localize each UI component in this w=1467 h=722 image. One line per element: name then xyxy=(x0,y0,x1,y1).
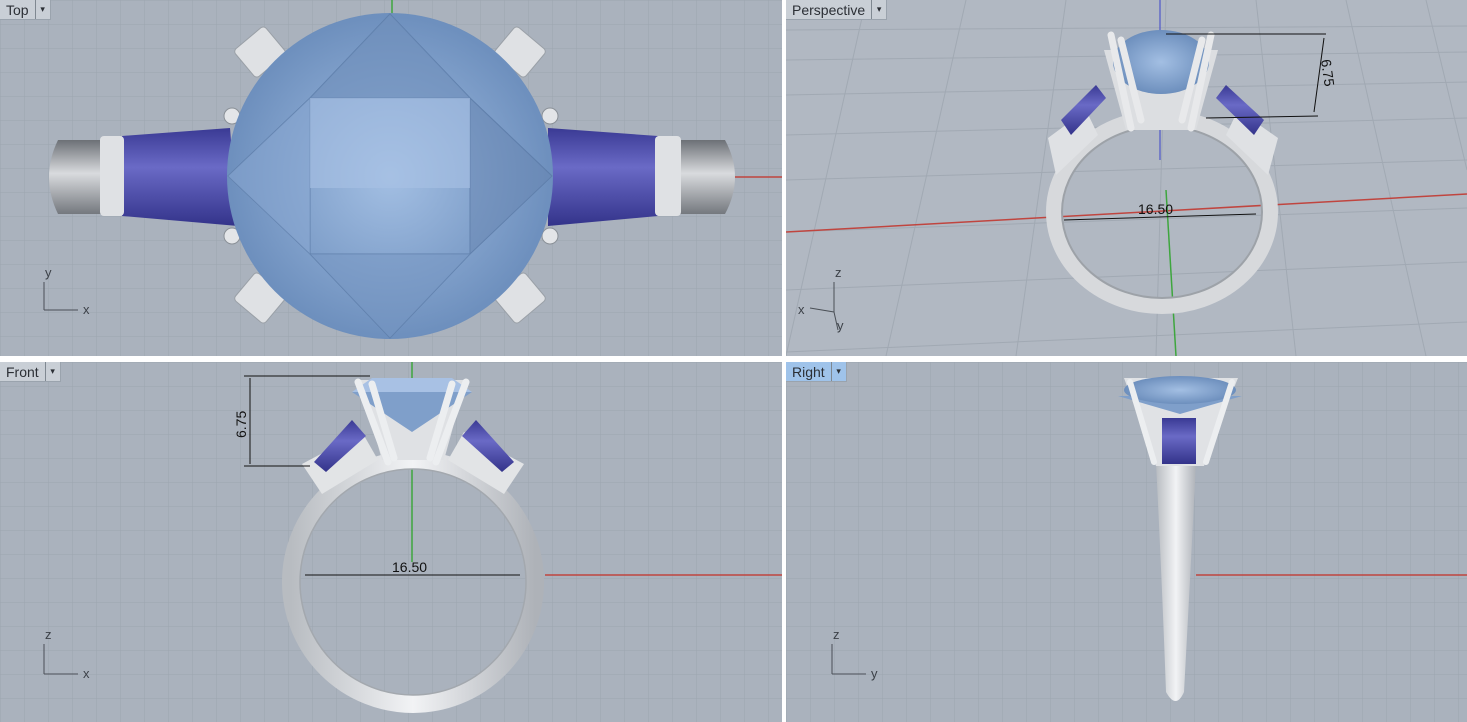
axis-z-label: z xyxy=(833,627,840,642)
grid xyxy=(786,362,1467,722)
axis-x-label: x xyxy=(83,302,90,317)
dim-height: 6.75 xyxy=(1318,58,1338,87)
viewport-right-menu-arrow-icon[interactable]: ▾ xyxy=(830,362,846,381)
axis-y-label: y xyxy=(871,666,878,681)
viewport-perspective-label: Perspective xyxy=(792,1,866,18)
viewport-right-scene: z y xyxy=(786,362,1467,722)
shoulder-left xyxy=(100,136,124,216)
viewport-perspective[interactable]: Perspective ▾ 6.75 16.50 z x y xyxy=(786,0,1467,356)
viewport-right[interactable]: Right ▾ z y xyxy=(786,362,1467,722)
center-gem xyxy=(1124,376,1236,404)
viewport-perspective-menu-arrow-icon[interactable]: ▾ xyxy=(871,0,886,19)
viewport-top-title[interactable]: Top ▾ xyxy=(0,0,51,20)
viewport-right-title[interactable]: Right ▾ xyxy=(786,362,847,382)
side-stone xyxy=(1162,418,1196,464)
dim-width: 16.50 xyxy=(1138,201,1173,217)
shank-right xyxy=(675,140,735,214)
viewport-top[interactable]: Top ▾ y x xyxy=(0,0,782,356)
viewport-perspective-title[interactable]: Perspective ▾ xyxy=(786,0,888,20)
side-stone-right xyxy=(548,128,658,226)
viewport-front-label: Front xyxy=(6,363,39,380)
side-stone-left xyxy=(122,128,238,226)
viewport-front-scene: 6.75 16.50 z x xyxy=(0,362,782,722)
axis-y-label: y xyxy=(45,265,52,280)
dim-height: 6.75 xyxy=(233,411,249,438)
viewport-perspective-scene: 6.75 16.50 z x y xyxy=(786,0,1467,356)
viewport-front-title[interactable]: Front ▾ xyxy=(0,362,61,382)
viewport-right-label: Right xyxy=(792,363,825,380)
axis-z-label: z xyxy=(835,265,842,280)
viewport-front-menu-arrow-icon[interactable]: ▾ xyxy=(44,362,60,381)
dim-width: 16.50 xyxy=(392,559,427,575)
viewport-top-menu-arrow-icon[interactable]: ▾ xyxy=(34,0,50,19)
shoulder-right xyxy=(655,136,681,216)
axis-y-label: y xyxy=(837,318,844,333)
viewport-top-scene: y x xyxy=(0,0,782,356)
axis-x-label: x xyxy=(798,302,805,317)
axis-z-label: z xyxy=(45,627,52,642)
axis-x-label: x xyxy=(83,666,90,681)
viewport-front[interactable]: Front ▾ 6.75 16.50 z x xyxy=(0,362,782,722)
viewport-top-label: Top xyxy=(6,1,29,18)
x-axis-line xyxy=(786,193,1467,233)
